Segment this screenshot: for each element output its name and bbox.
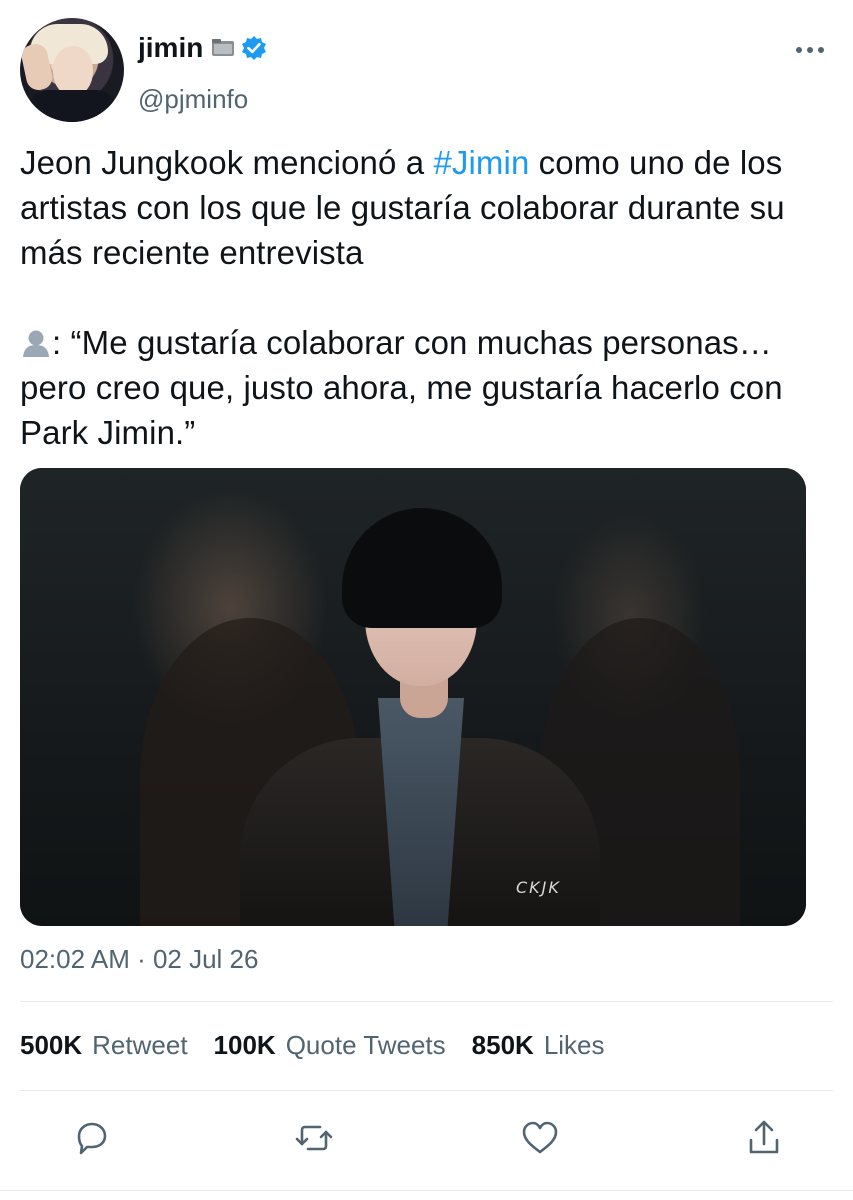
retweet-icon[interactable]	[292, 1116, 336, 1160]
more-options-icon[interactable]	[793, 42, 827, 58]
folder-icon	[211, 38, 235, 58]
quotes-stat[interactable]: 100K Quote Tweets	[214, 1030, 446, 1061]
verified-badge-icon	[241, 35, 267, 61]
tweet-timestamp[interactable]: 02:02 AM · 02 Jul 26	[20, 944, 258, 975]
author-name[interactable]: jimin	[138, 32, 203, 64]
tweet-actions	[20, 1116, 833, 1164]
retweets-label: Retweet	[92, 1030, 188, 1060]
share-icon[interactable]	[742, 1116, 786, 1160]
author-name-row[interactable]: jimin	[138, 32, 267, 64]
tweet-text: Jeon Jungkook mencionó a #Jimin como uno…	[20, 140, 833, 455]
likes-label: Likes	[543, 1030, 605, 1060]
divider	[0, 1190, 853, 1191]
tweet-stats: 500K Retweet 100K Quote Tweets 850K Like…	[20, 1030, 605, 1061]
tweet-text-part: Jeon Jungkook mencionó a	[20, 144, 434, 181]
tweet-media-image[interactable]: CKJK	[20, 468, 806, 926]
quote-text: “Me gustaría colaborar con muchas person…	[20, 324, 783, 451]
person-silhouette-icon	[20, 324, 52, 357]
like-icon[interactable]	[518, 1116, 562, 1160]
retweets-stat[interactable]: 500K Retweet	[20, 1030, 188, 1061]
quotes-count: 100K	[213, 1030, 276, 1060]
tweet-paragraph-2: : “Me gustaría colaborar con muchas pers…	[20, 320, 833, 455]
quotes-label: Quote Tweets	[285, 1030, 446, 1060]
quote-prefix: :	[52, 324, 71, 361]
tweet-paragraph-1: Jeon Jungkook mencionó a #Jimin como uno…	[20, 140, 833, 275]
retweets-count: 500K	[20, 1030, 83, 1060]
author-handle[interactable]: @pjminfo	[138, 84, 248, 115]
likes-stat[interactable]: 850K Likes	[472, 1030, 605, 1061]
reply-icon[interactable]	[70, 1116, 114, 1160]
tweet-header: jimin @pjminfo	[20, 18, 833, 122]
divider	[20, 1090, 833, 1091]
avatar[interactable]	[20, 18, 124, 122]
likes-count: 850K	[471, 1030, 534, 1060]
hashtag-link[interactable]: #Jimin	[433, 144, 529, 181]
jacket-logo: CKJK	[516, 878, 561, 897]
divider	[20, 1001, 833, 1002]
